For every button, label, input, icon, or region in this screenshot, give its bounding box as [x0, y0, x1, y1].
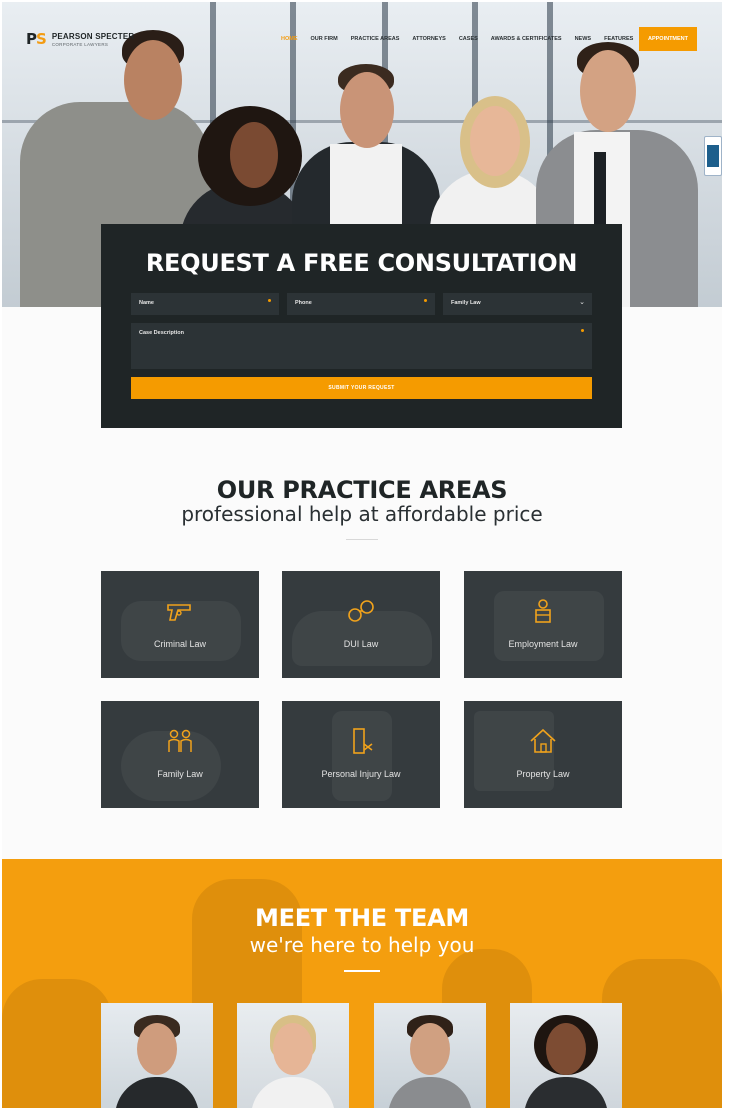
team-member-photo[interactable]: [374, 1003, 486, 1108]
required-dot-icon: [268, 299, 271, 302]
divider: [344, 970, 380, 972]
nav-item-news[interactable]: News: [568, 36, 598, 42]
name-placeholder: Name: [139, 300, 154, 306]
practice-card-dui-law[interactable]: DUI Law: [282, 571, 440, 678]
house-icon: [530, 728, 556, 753]
divider: [346, 539, 378, 540]
name-field[interactable]: Name: [131, 293, 279, 315]
case-description-placeholder: Case Description: [139, 330, 184, 336]
family-icon: [168, 729, 192, 752]
menu-bar: Home Our Firm Practice Areas Attorneys Cases…: [274, 36, 679, 42]
main-navigation: PS PEARSON SPECTER CORPORATE LAWYERS Hom…: [2, 2, 722, 76]
team-member-photo[interactable]: [510, 1003, 622, 1108]
team-section: MEET THE TEAM we're here to help you: [2, 859, 722, 1108]
practice-card-personal-injury-law[interactable]: Personal Injury Law: [282, 701, 440, 808]
phone-placeholder: Phone: [295, 300, 312, 306]
logo-mark: PS: [26, 30, 47, 48]
practice-select[interactable]: Family Law ⌄: [443, 293, 592, 315]
submit-request-button[interactable]: SUBMIT YOUR REQUEST: [131, 377, 592, 399]
consultation-title: REQUEST A FREE CONSULTATION: [145, 249, 578, 277]
practice-areas-subtitle: professional help at affordable price: [181, 502, 543, 526]
practice-card-label: Family Law: [157, 769, 203, 779]
gun-icon: [167, 604, 191, 621]
practice-card-label: Employment Law: [508, 639, 578, 649]
brand-name: PEARSON SPECTER: [51, 31, 135, 41]
phone-field[interactable]: Phone: [287, 293, 435, 315]
nav-item-our-firm[interactable]: Our Firm: [304, 36, 344, 42]
handcuffs-icon: [348, 600, 374, 622]
practice-card-label: DUI Law: [343, 639, 379, 649]
required-dot-icon: [581, 329, 584, 332]
nav-item-attorneys[interactable]: Attorneys: [405, 36, 451, 42]
practice-card-label: Personal Injury Law: [321, 769, 401, 779]
practice-card-criminal-law[interactable]: Criminal Law: [101, 571, 259, 678]
brand-tagline: CORPORATE LAWYERS: [51, 41, 109, 47]
nav-item-practice-areas[interactable]: Practice Areas: [344, 36, 406, 42]
brand-logo[interactable]: PS PEARSON SPECTER CORPORATE LAWYERS: [26, 30, 134, 48]
practice-select-value: Family Law: [451, 300, 481, 306]
bbb-badge-icon[interactable]: [704, 136, 722, 176]
nav-item-cases[interactable]: Cases: [452, 36, 484, 42]
appointment-button[interactable]: APPOINTMENT: [639, 27, 697, 51]
consultation-form: REQUEST A FREE CONSULTATION Name Phone F…: [101, 224, 622, 428]
required-dot-icon: [424, 299, 427, 302]
practice-card-property-law[interactable]: Property Law: [464, 701, 622, 808]
practice-areas-title: OUR PRACTICE AREAS: [216, 476, 508, 504]
practice-card-employment-law[interactable]: Employment Law: [464, 571, 622, 678]
team-title: MEET THE TEAM: [255, 904, 469, 932]
team-member-photo[interactable]: [101, 1003, 213, 1108]
chevron-down-icon: ⌄: [579, 299, 585, 306]
practice-card-family-law[interactable]: Family Law: [101, 701, 259, 808]
nav-item-home[interactable]: Home: [274, 36, 304, 42]
nav-item-awards-certificates[interactable]: Awards & Certificates: [484, 36, 568, 42]
practice-card-label: Criminal Law: [153, 639, 206, 649]
injury-icon: [353, 728, 373, 754]
page: PS PEARSON SPECTER CORPORATE LAWYERS Hom…: [2, 2, 722, 1108]
worker-icon: [535, 599, 551, 623]
case-description-field[interactable]: Case Description: [131, 323, 592, 369]
team-member-photo[interactable]: [237, 1003, 349, 1108]
team-subtitle: we're here to help you: [249, 933, 475, 957]
practice-card-label: Property Law: [516, 769, 570, 779]
nav-item-features[interactable]: Features: [597, 36, 639, 42]
